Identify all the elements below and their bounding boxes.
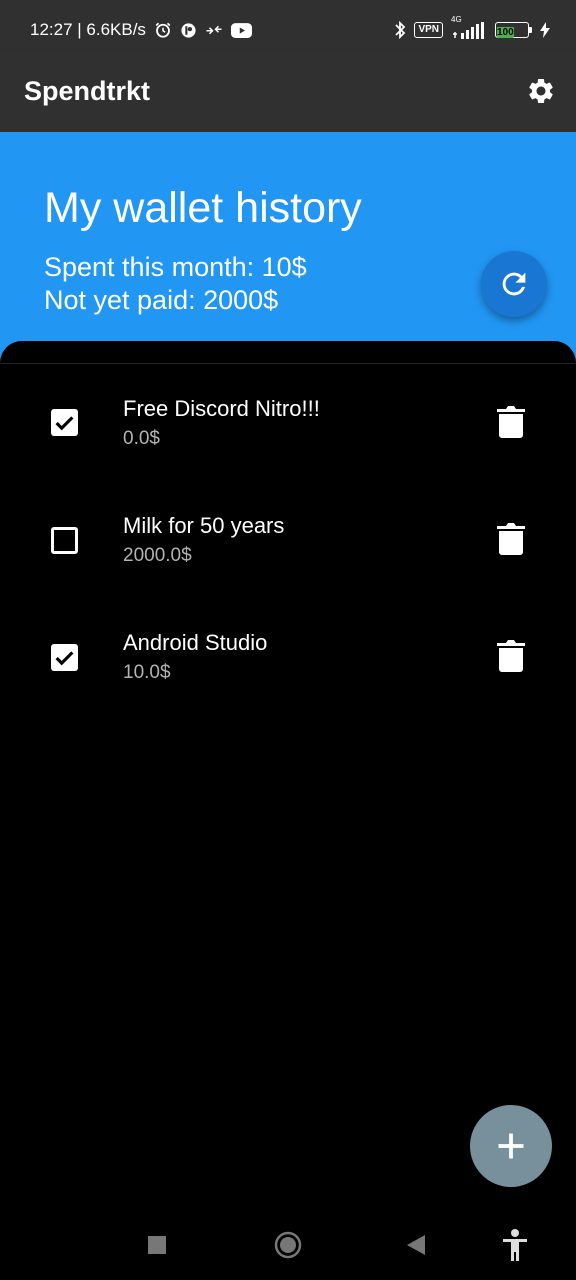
spent-this-month: Spent this month: 10$ [44,252,307,282]
data-transfer-icon [206,25,222,35]
app-title: Spendtrkt [24,76,151,106]
item-price: 2000.0$ [123,545,192,566]
battery-level: 100 [497,27,514,38]
item-title: Free Discord Nitro!!! [123,396,320,421]
status-left: 12:27 | 6.6KB/s [30,20,252,40]
wallet-header: My wallet history Spent this month: 10$ … [0,132,576,362]
status-time: 12:27 | 6.6KB/s [30,20,146,39]
list-item[interactable]: Free Discord Nitro!!! 0.0$ [0,382,576,462]
vpn-badge: VPN [414,22,443,38]
alarm-icon [155,22,171,38]
add-expense-button[interactable] [470,1105,552,1187]
list-item[interactable]: Milk for 50 years 2000.0$ [0,499,576,579]
trash-icon[interactable] [497,406,525,438]
youtube-icon [230,22,252,38]
check-icon [55,416,74,431]
header-title: My wallet history [44,184,362,232]
item-title: Android Studio [123,630,268,655]
navigation-bar [0,1210,576,1280]
check-icon [55,651,74,666]
trash-icon[interactable] [497,523,525,555]
charging-icon [540,22,550,38]
home-circle-icon[interactable] [274,1231,302,1259]
back-triangle-icon[interactable] [407,1235,425,1255]
status-right: VPN 4G 100 [394,15,550,40]
refresh-icon [502,272,526,296]
signal-indicator: 4G [451,15,487,40]
trash-icon[interactable] [497,640,525,672]
not-yet-paid: Not yet paid: 2000$ [44,285,279,315]
item-price: 0.0$ [123,428,160,449]
status-bar: 12:27 | 6.6KB/s VPN 4G 100 [0,0,576,50]
paid-checkbox[interactable] [51,409,78,436]
refresh-button[interactable] [481,251,547,317]
bluetooth-icon [395,20,406,40]
battery-indicator: 100 [495,22,532,38]
recents-square-icon[interactable] [148,1236,166,1254]
accessibility-icon[interactable] [501,1229,529,1261]
gear-icon[interactable] [526,76,556,106]
item-title: Milk for 50 years [123,513,285,538]
paid-checkbox[interactable] [51,527,78,554]
app-notification-icon [181,22,196,38]
paid-checkbox[interactable] [51,644,78,671]
app-bar: Spendtrkt [0,50,576,132]
item-price: 10.0$ [123,662,171,683]
plus-icon [498,1133,524,1159]
divider [0,363,576,364]
signal-icon [453,22,484,39]
list-item[interactable]: Android Studio 10.0$ [0,616,576,696]
